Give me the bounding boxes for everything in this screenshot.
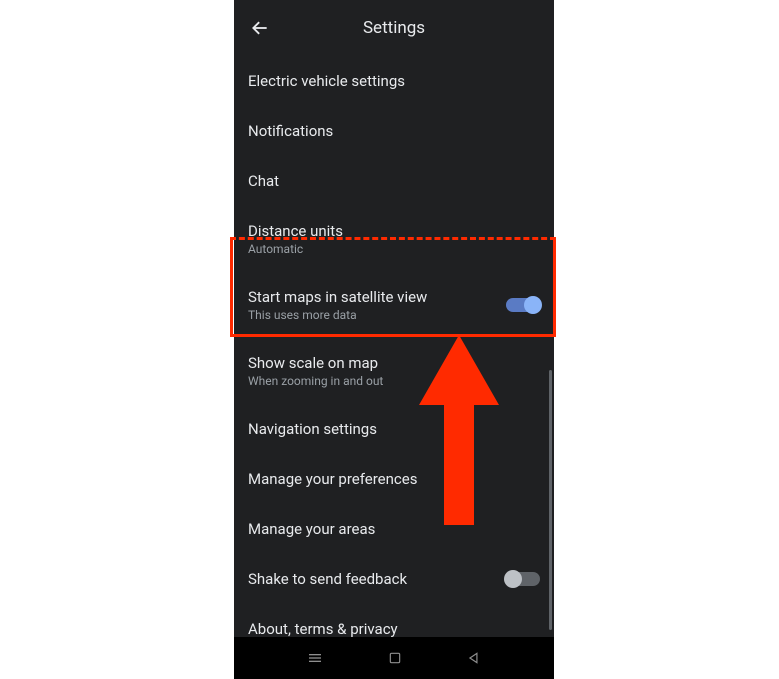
back-button[interactable] — [248, 16, 272, 40]
setting-title: Distance units — [248, 222, 540, 240]
setting-subtitle: This uses more data — [248, 308, 506, 322]
back-arrow-icon — [250, 18, 270, 38]
nav-bar — [234, 637, 554, 679]
setting-title: Electric vehicle settings — [248, 72, 540, 90]
setting-title: Start maps in satellite view — [248, 288, 506, 306]
setting-item-show-scale[interactable]: Show scale on map When zooming in and ou… — [248, 338, 540, 404]
setting-item-satellite-view[interactable]: Start maps in satellite view This uses m… — [248, 272, 540, 338]
square-icon — [388, 651, 402, 665]
setting-subtitle: When zooming in and out — [248, 374, 540, 388]
setting-item-preferences[interactable]: Manage your preferences — [248, 454, 540, 504]
settings-list: Electric vehicle settings Notifications … — [234, 56, 554, 654]
menu-icon — [307, 650, 323, 666]
setting-item-notifications[interactable]: Notifications — [248, 106, 540, 156]
setting-title: Chat — [248, 172, 540, 190]
setting-title: Navigation settings — [248, 420, 540, 438]
setting-item-chat[interactable]: Chat — [248, 156, 540, 206]
setting-item-distance-units[interactable]: Distance units Automatic — [248, 206, 540, 272]
shake-feedback-toggle[interactable] — [506, 572, 540, 586]
setting-item-areas[interactable]: Manage your areas — [248, 504, 540, 554]
page-title: Settings — [363, 18, 425, 38]
setting-title: Shake to send feedback — [248, 570, 506, 588]
nav-menu-button[interactable] — [307, 650, 323, 666]
satellite-view-toggle[interactable] — [506, 298, 540, 312]
setting-title: About, terms & privacy — [248, 620, 540, 638]
topbar: Settings — [234, 0, 554, 56]
triangle-back-icon — [467, 651, 481, 665]
setting-title: Manage your preferences — [248, 470, 540, 488]
setting-item-navigation[interactable]: Navigation settings — [248, 404, 540, 454]
setting-title: Manage your areas — [248, 520, 540, 538]
setting-item-ev[interactable]: Electric vehicle settings — [248, 56, 540, 106]
setting-item-shake-feedback[interactable]: Shake to send feedback — [248, 554, 540, 604]
scrollbar[interactable] — [549, 370, 552, 630]
phone-screen: Settings Electric vehicle settings Notif… — [234, 0, 554, 679]
nav-home-button[interactable] — [388, 651, 402, 665]
setting-title: Notifications — [248, 122, 540, 140]
setting-title: Show scale on map — [248, 354, 540, 372]
nav-back-button[interactable] — [467, 651, 481, 665]
setting-subtitle: Automatic — [248, 242, 540, 256]
